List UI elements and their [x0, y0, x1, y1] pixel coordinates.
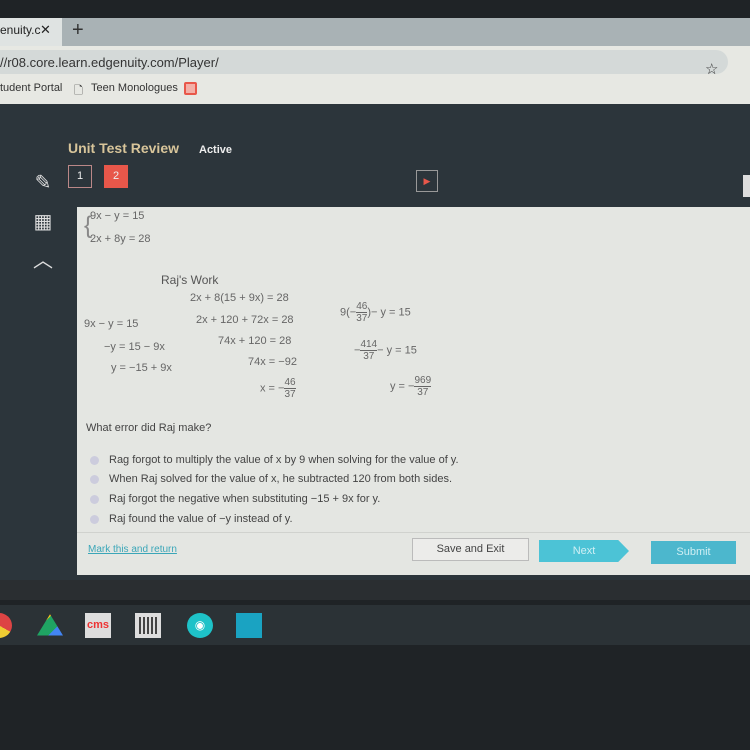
- taskbar: [0, 605, 750, 645]
- tab-strip: [0, 18, 750, 46]
- next-question-arrow-icon[interactable]: ▶: [416, 170, 438, 192]
- work-step: x = −46 37: [260, 377, 296, 400]
- tab-title: enuity.c: [0, 23, 41, 37]
- system-equation-1: 9x − y = 15: [90, 210, 145, 222]
- bookmark-teen-monologues[interactable]: Teen Monologues: [91, 82, 178, 94]
- radio-button[interactable]: [90, 514, 99, 524]
- radio-button[interactable]: [90, 474, 99, 484]
- address-bar[interactable]: //r08.core.learn.edgenuity.com/Player/: [0, 50, 728, 74]
- work-step: y = −15 + 9x: [111, 362, 172, 374]
- status-label: Active: [199, 144, 233, 156]
- question-2-button[interactable]: 2: [104, 165, 128, 188]
- answer-option-4[interactable]: Raj found the value of −y instead of y.: [90, 513, 293, 525]
- question-1-button[interactable]: 1: [68, 165, 92, 188]
- close-tab-icon[interactable]: ✕: [40, 22, 51, 38]
- scrollbar[interactable]: [743, 175, 750, 197]
- submit-button[interactable]: Submit: [651, 541, 736, 564]
- answer-option-1[interactable]: Rag forgot to multiply the value of x by…: [90, 454, 459, 466]
- work-step: −414 37− y = 15: [354, 339, 417, 362]
- bookmark-app-icon[interactable]: [184, 82, 197, 95]
- page-icon: 🗋: [74, 85, 83, 97]
- mark-and-return-link[interactable]: Mark this and return: [88, 544, 177, 555]
- next-button[interactable]: Next: [539, 540, 629, 562]
- question-prompt: What error did Raj make?: [86, 422, 212, 434]
- bookmark-student-portal[interactable]: tudent Portal: [0, 82, 62, 94]
- divider: [77, 532, 750, 533]
- screen-bezel: [0, 580, 750, 600]
- work-step: 9(− 46 37)− y = 15: [340, 301, 411, 324]
- pencil-icon[interactable]: ✎: [30, 170, 56, 195]
- work-step: −y = 15 − 9x: [104, 341, 165, 353]
- new-tab-button[interactable]: +: [72, 19, 84, 42]
- page-title: Unit Test Review: [68, 140, 179, 156]
- work-title: Raj's Work: [161, 273, 219, 287]
- system-equation-2: 2x + 8y = 28: [90, 233, 151, 245]
- browser-tab[interactable]: enuity.c ✕: [0, 18, 62, 46]
- cms-app-icon[interactable]: cms: [85, 613, 111, 638]
- work-step: 9x − y = 15: [84, 318, 139, 330]
- save-and-exit-button[interactable]: Save and Exit: [412, 538, 529, 561]
- answer-option-2[interactable]: When Raj solved for the value of x, he s…: [90, 473, 452, 485]
- work-step: 74x + 120 = 28: [218, 335, 292, 347]
- radio-button[interactable]: [90, 455, 99, 465]
- bookmark-star-icon[interactable]: ☆: [705, 60, 718, 78]
- app-launcher-icon[interactable]: [236, 613, 262, 638]
- radio-button[interactable]: [90, 494, 99, 504]
- camera-icon[interactable]: ◉: [187, 613, 213, 638]
- answer-option-3[interactable]: Raj forgot the negative when substitutin…: [90, 493, 380, 505]
- calculator-icon[interactable]: ▦: [30, 209, 56, 234]
- work-step: y = −969 37: [390, 375, 432, 398]
- qr-code-app-icon[interactable]: [135, 613, 161, 638]
- collapse-up-icon[interactable]: ︿: [30, 244, 56, 273]
- work-step: 2x + 8(15 + 9x) = 28: [190, 292, 289, 304]
- work-step: 74x = −92: [248, 356, 297, 368]
- work-step: 2x + 120 + 72x = 28: [196, 314, 294, 326]
